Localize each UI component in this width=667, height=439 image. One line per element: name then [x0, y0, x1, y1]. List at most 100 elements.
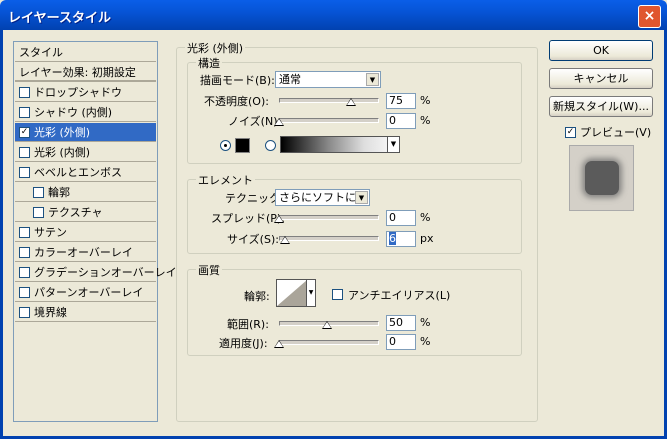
size-input[interactable]: 6 [386, 231, 416, 247]
chevron-down-icon: ▼ [306, 280, 315, 306]
opacity-value: 75 [389, 94, 403, 107]
style-checkbox[interactable] [19, 266, 30, 278]
spread-unit: % [420, 211, 431, 224]
preview-label: プレビュー(V) [580, 126, 652, 139]
contour-label: 輪郭: [244, 290, 270, 303]
opacity-slider-thumb[interactable] [346, 98, 356, 106]
style-checkbox[interactable] [19, 306, 30, 318]
style-list-item[interactable]: 輪郭 [15, 183, 156, 202]
blend-mode-label: 描画モード(B): [200, 74, 275, 87]
size-label: サイズ(S): [227, 233, 279, 246]
spread-slider-thumb[interactable] [274, 215, 284, 223]
solid-color-radio[interactable] [220, 140, 231, 151]
style-list-item[interactable]: ベベルとエンボス [15, 163, 156, 182]
style-list-label: 光彩 (外側) [34, 126, 91, 139]
antialias-checkbox[interactable] [332, 289, 343, 300]
style-checkbox[interactable] [19, 106, 30, 118]
chevron-down-icon: ▼ [355, 191, 368, 204]
spread-value: 0 [389, 211, 396, 224]
style-list-label: 光彩 (内側) [34, 146, 91, 159]
style-checkbox[interactable] [33, 206, 44, 218]
title-bar: レイヤースタイル × [0, 0, 667, 30]
size-slider-thumb[interactable] [279, 236, 290, 244]
gradient-picker[interactable]: ▼ [280, 136, 400, 153]
style-checkbox[interactable] [19, 226, 30, 238]
blend-mode-value: 通常 [279, 73, 301, 86]
range-slider-thumb[interactable] [322, 321, 332, 329]
style-list-item[interactable]: 境界線 [15, 303, 156, 322]
style-list-label: パターンオーバーレイ [34, 286, 144, 299]
style-checkbox[interactable] [19, 286, 30, 298]
style-checkbox[interactable] [19, 86, 30, 98]
ok-button[interactable]: OK [549, 40, 653, 61]
style-list-item[interactable]: ✓ 光彩 (外側) [15, 123, 156, 142]
style-list-item[interactable]: 光彩 (内側) [15, 143, 156, 162]
contour-preview-icon [277, 280, 307, 306]
range-label: 範囲(R): [227, 318, 269, 331]
style-list-label: ドロップシャドウ [34, 86, 122, 99]
blend-mode-select[interactable]: 通常 ▼ [275, 71, 381, 88]
style-list-item[interactable]: パターンオーバーレイ [15, 283, 156, 302]
noise-value: 0 [389, 114, 396, 127]
opacity-input[interactable]: 75 [386, 93, 416, 109]
cancel-button[interactable]: キャンセル [549, 68, 653, 89]
glow-color-swatch[interactable] [235, 138, 250, 153]
jitter-unit: % [420, 335, 431, 348]
style-checkbox[interactable]: ✓ [19, 126, 30, 138]
style-list-label: シャドウ (内側) [34, 106, 113, 119]
style-checkbox[interactable] [19, 146, 30, 158]
range-value: 50 [389, 316, 403, 329]
contour-picker[interactable]: ▼ [276, 279, 316, 307]
style-list-item[interactable]: テクスチャ [15, 203, 156, 222]
style-list-item[interactable]: グラデーションオーバーレイ [15, 263, 177, 282]
opacity-slider[interactable] [279, 98, 379, 103]
noise-input[interactable]: 0 [386, 113, 416, 129]
noise-slider[interactable] [279, 118, 379, 123]
close-button[interactable]: × [638, 5, 661, 28]
range-input[interactable]: 50 [386, 315, 416, 331]
style-list-item[interactable]: スタイル [15, 43, 156, 62]
jitter-input[interactable]: 0 [386, 334, 416, 350]
structure-title: 構造 [196, 55, 222, 71]
window-title: レイヤースタイル [8, 11, 111, 26]
noise-slider-thumb[interactable] [274, 118, 284, 126]
style-list-label: カラーオーバーレイ [34, 246, 133, 259]
style-preview [569, 145, 634, 211]
style-list-label: ベベルとエンボス [34, 166, 122, 179]
spread-slider[interactable] [279, 215, 379, 220]
gradient-radio[interactable] [265, 140, 276, 151]
style-list-item[interactable]: ドロップシャドウ [15, 83, 156, 102]
technique-value: さらにソフトに [279, 191, 356, 204]
jitter-label: 適用度(J): [219, 337, 268, 350]
opacity-unit: % [420, 94, 431, 107]
style-list-label: 輪郭 [48, 186, 70, 199]
style-checkbox[interactable] [19, 246, 30, 258]
spread-input[interactable]: 0 [386, 210, 416, 226]
style-list-label: サテン [34, 226, 67, 239]
size-value: 6 [389, 232, 396, 245]
style-list-label: レイヤー効果: 初期設定 [19, 66, 136, 79]
noise-unit: % [420, 114, 431, 127]
quality-title: 画質 [196, 262, 222, 278]
style-list-item[interactable]: カラーオーバーレイ [15, 243, 156, 262]
antialias-label: アンチエイリアス(L) [348, 289, 451, 302]
style-list: スタイルレイヤー効果: 初期設定 ドロップシャドウ シャドウ (内側) ✓ 光彩 (外側… [13, 41, 177, 422]
style-list-item[interactable]: シャドウ (内側) [15, 103, 156, 122]
style-checkbox[interactable] [19, 166, 30, 178]
preview-swatch [585, 161, 619, 195]
jitter-slider-thumb[interactable] [274, 340, 284, 348]
chevron-down-icon: ▼ [366, 73, 379, 86]
style-checkbox[interactable] [33, 186, 44, 198]
style-list-item[interactable]: レイヤー効果: 初期設定 [15, 63, 156, 82]
style-list-item[interactable]: サテン [15, 223, 156, 242]
jitter-slider[interactable] [279, 340, 379, 345]
preview-checkbox[interactable]: ✓ [565, 127, 576, 138]
outer-glow-title: 光彩 (外側) [185, 40, 246, 56]
style-list-label: テクスチャ [48, 206, 103, 219]
elements-title: エレメント [196, 172, 255, 188]
style-list-label: スタイル [19, 46, 63, 59]
size-slider[interactable] [279, 236, 379, 241]
style-list-label: グラデーションオーバーレイ [34, 266, 177, 279]
new-style-button[interactable]: 新規スタイル(W)... [549, 96, 653, 117]
technique-select[interactable]: さらにソフトに ▼ [275, 189, 370, 206]
